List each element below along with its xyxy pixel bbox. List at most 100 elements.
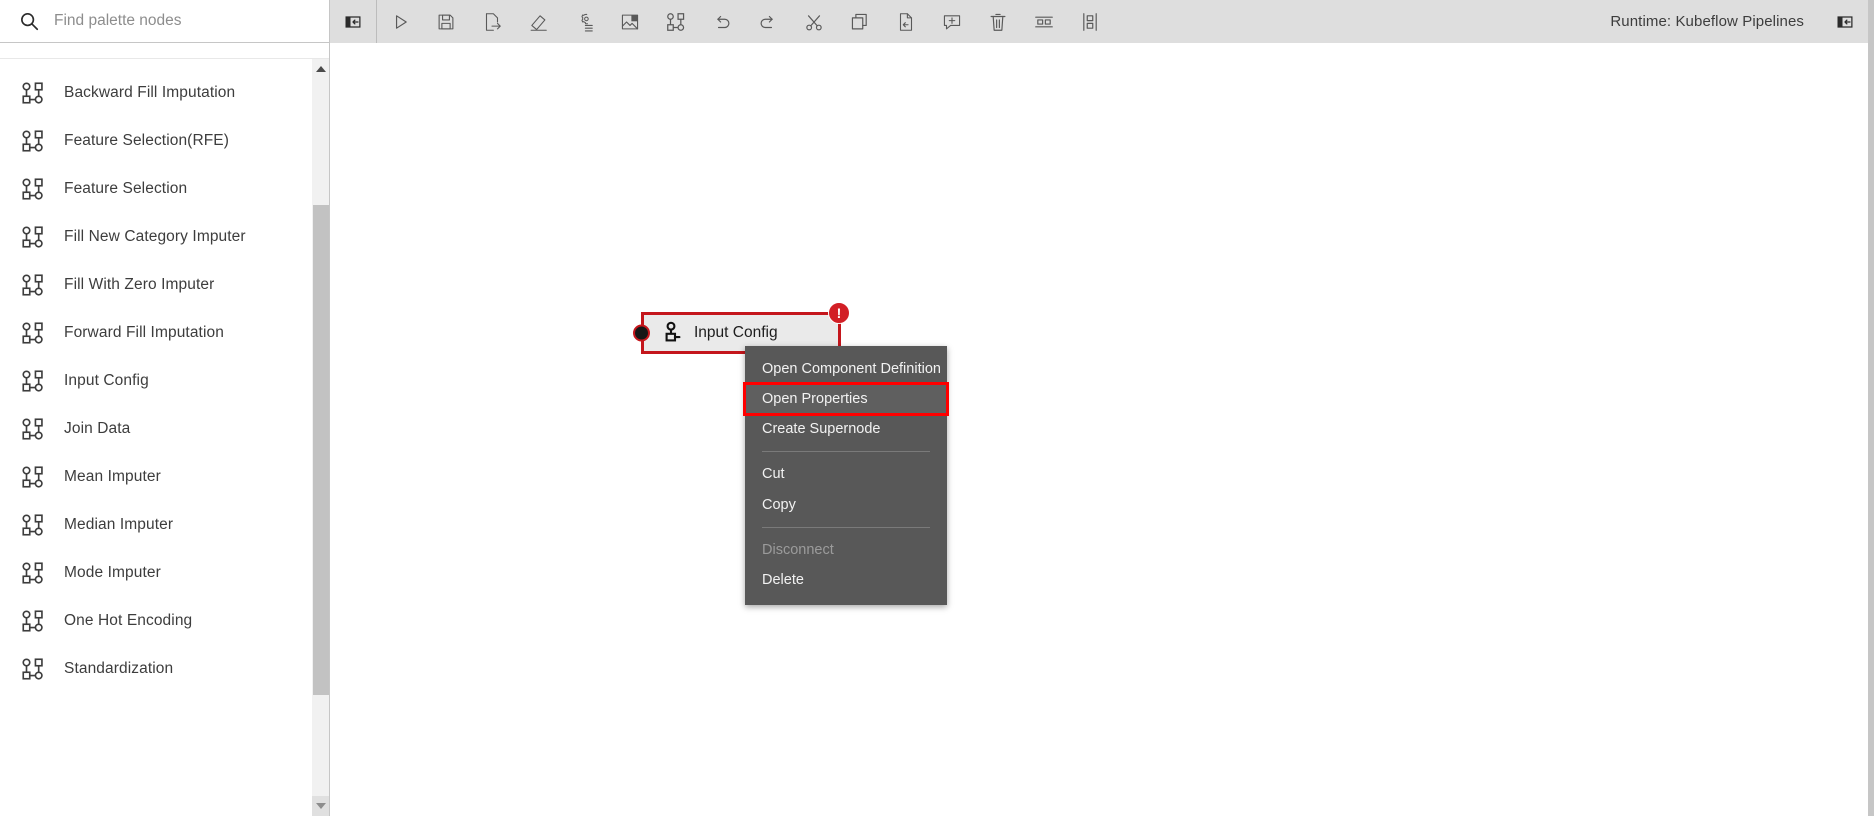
node-input-port[interactable] — [633, 324, 650, 342]
undo-icon — [711, 11, 733, 33]
palette-category-bar — [0, 43, 329, 59]
node-graph-icon — [20, 128, 46, 154]
image-panel-icon — [619, 11, 641, 33]
context-menu-item[interactable]: Open Properties — [743, 382, 949, 417]
node-error-badge-text: ! — [836, 304, 842, 321]
palette-item[interactable]: Mean Imputer — [0, 453, 311, 501]
pipeline-canvas[interactable]: Input Config ! Open Component Definition… — [330, 43, 1868, 816]
node-error-badge[interactable]: ! — [828, 302, 850, 324]
palette-item-label: One Hot Encoding — [64, 612, 193, 630]
redo-button[interactable] — [745, 0, 791, 43]
palette-item-label: Fill New Category Imputer — [64, 228, 246, 246]
arrange-vertical-button[interactable] — [1067, 0, 1113, 43]
run-pipeline-button[interactable] — [377, 0, 423, 43]
node-graph-icon — [20, 368, 46, 394]
search-icon — [18, 10, 40, 32]
palette-body: Backward Fill Imputation Feature Selectio… — [0, 59, 329, 816]
eraser-icon — [527, 11, 549, 33]
scrollbar-down-button[interactable] — [312, 796, 329, 816]
palette-item[interactable]: Fill With Zero Imputer — [0, 261, 311, 309]
editor-area: Runtime: Kubeflow Pipelines Input Config… — [330, 0, 1874, 816]
arrange-horizontal-icon — [1033, 11, 1055, 33]
toggle-left-panel-button[interactable] — [330, 0, 376, 43]
comment-plus-icon — [941, 11, 963, 33]
delete-button[interactable] — [975, 0, 1021, 43]
palette-item[interactable]: Fill New Category Imputer — [0, 213, 311, 261]
palette-item[interactable]: Feature Selection(RFE) — [0, 117, 311, 165]
arrange-horizontal-button[interactable] — [1021, 0, 1067, 43]
node-graph-icon — [20, 464, 46, 490]
clear-pipeline-button[interactable] — [515, 0, 561, 43]
paste-button[interactable] — [883, 0, 929, 43]
node-graph-icon — [20, 512, 46, 538]
palette-item-label: Forward Fill Imputation — [64, 324, 224, 342]
copy-icon — [849, 11, 871, 33]
node-component-icon — [660, 321, 684, 345]
scrollbar-thumb[interactable] — [313, 205, 329, 695]
context-menu-item[interactable]: Open Component Definition — [745, 354, 947, 384]
gear-list-icon — [573, 11, 595, 33]
palette-item[interactable]: One Hot Encoding — [0, 597, 311, 645]
context-menu-item[interactable]: Cut — [745, 459, 947, 489]
context-menu-item[interactable]: Create Supernode — [745, 414, 947, 444]
palette-scrollbar[interactable] — [311, 59, 329, 816]
pipeline-properties-button[interactable] — [561, 0, 607, 43]
add-comment-button[interactable] — [607, 0, 653, 43]
arrange-vertical-icon — [1079, 11, 1101, 33]
palette-item-label: Feature Selection(RFE) — [64, 132, 230, 150]
search-input[interactable] — [54, 12, 315, 30]
nodes-icon — [665, 11, 687, 33]
export-pipeline-button[interactable] — [469, 0, 515, 43]
palette-item[interactable]: Median Imputer — [0, 501, 311, 549]
undo-button[interactable] — [699, 0, 745, 43]
cut-button[interactable] — [791, 0, 837, 43]
save-icon — [435, 11, 457, 33]
copy-button[interactable] — [837, 0, 883, 43]
palette-item[interactable]: Backward Fill Imputation — [0, 69, 311, 117]
palette-item[interactable]: Standardization — [0, 645, 311, 693]
node-label: Input Config — [694, 324, 778, 341]
palette-item[interactable]: Mode Imputer — [0, 549, 311, 597]
panel-collapse-right-icon — [1835, 12, 1855, 32]
node-graph-icon — [20, 608, 46, 634]
scrollbar-track[interactable] — [313, 79, 329, 205]
export-icon — [481, 11, 503, 33]
palette-item-label: Standardization — [64, 660, 174, 678]
palette-node-list[interactable]: Backward Fill Imputation Feature Selectio… — [0, 59, 311, 816]
context-menu-item[interactable]: Copy — [745, 490, 947, 520]
paste-icon — [895, 11, 917, 33]
palette-item-label: Mode Imputer — [64, 564, 161, 582]
pipeline-editor: Backward Fill Imputation Feature Selectio… — [0, 0, 1874, 816]
context-menu-separator — [762, 526, 930, 528]
toggle-right-panel-button[interactable] — [1822, 0, 1868, 43]
redo-icon — [757, 11, 779, 33]
palette-item[interactable]: Feature Selection — [0, 165, 311, 213]
play-icon — [389, 11, 411, 33]
trash-icon — [987, 11, 1009, 33]
scrollbar-up-button[interactable] — [312, 59, 329, 79]
palette-item-label: Median Imputer — [64, 516, 174, 534]
palette-item-label: Feature Selection — [64, 180, 188, 198]
palette-item[interactable]: Forward Fill Imputation — [0, 309, 311, 357]
editor-toolbar: Runtime: Kubeflow Pipelines — [330, 0, 1868, 43]
palette-panel: Backward Fill Imputation Feature Selectio… — [0, 0, 330, 816]
node-graph-icon — [20, 272, 46, 298]
comment-button[interactable] — [929, 0, 975, 43]
palette-item-label: Backward Fill Imputation — [64, 84, 236, 102]
node-graph-icon — [20, 416, 46, 442]
palette-search-bar — [0, 0, 329, 43]
palette-item[interactable]: Join Data — [0, 405, 311, 453]
palette-item-label: Fill With Zero Imputer — [64, 276, 215, 294]
node-context-menu[interactable]: Open Component Definition Open Properties… — [743, 346, 949, 605]
palette-item[interactable]: Input Config — [0, 357, 311, 405]
save-pipeline-button[interactable] — [423, 0, 469, 43]
palette-item-label: Join Data — [64, 420, 131, 438]
context-menu-item[interactable]: Delete — [745, 565, 947, 595]
arrow-down-icon — [316, 803, 326, 809]
node-graph-icon — [20, 656, 46, 682]
create-supernode-button[interactable] — [653, 0, 699, 43]
node-graph-icon — [20, 320, 46, 346]
palette-item-label: Input Config — [64, 372, 149, 390]
runtime-label: Runtime: Kubeflow Pipelines — [1610, 13, 1804, 30]
panel-collapse-left-icon — [343, 12, 363, 32]
